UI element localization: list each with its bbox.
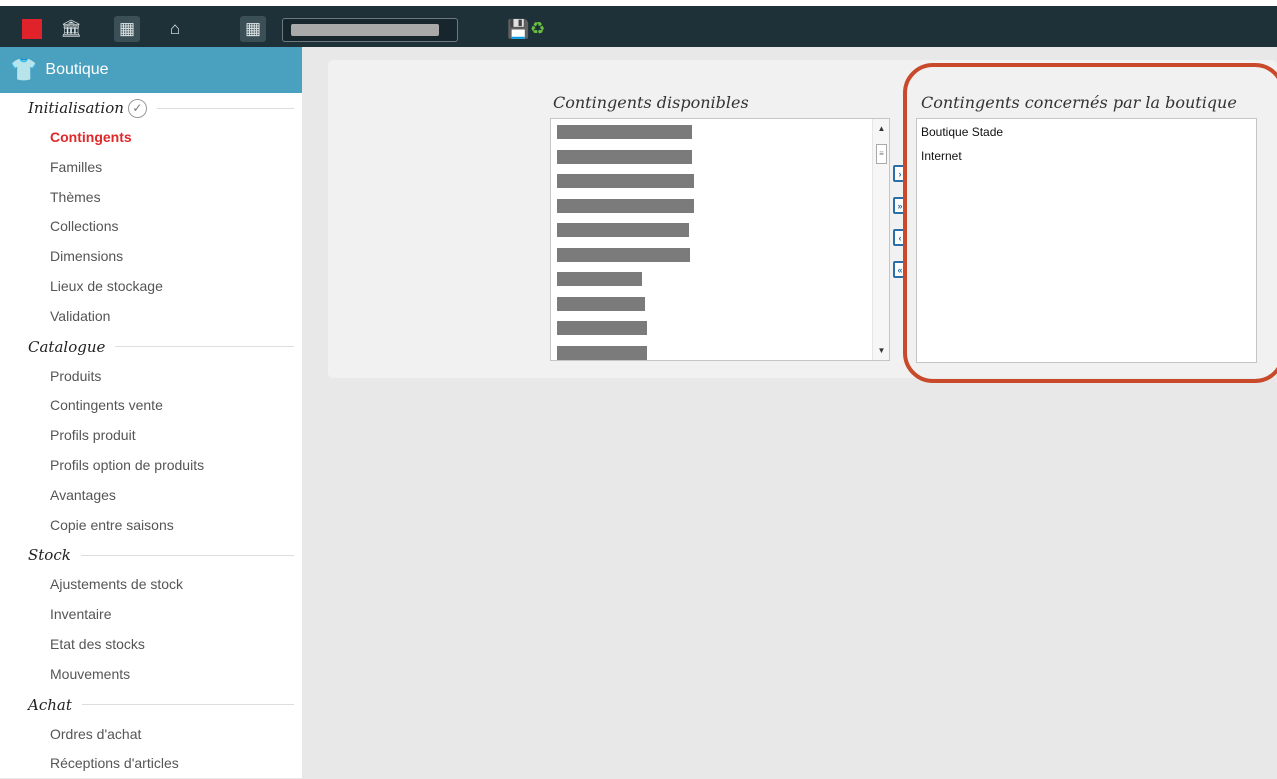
list-item[interactable] [551,293,872,318]
available-listbox[interactable]: ▲ ≡ ▼ [550,118,890,361]
redacted-label [557,198,694,213]
sidebar-item[interactable]: Contingents [0,123,302,153]
sidebar-item[interactable]: Validation [0,302,302,332]
redacted-label [557,125,692,139]
redacted-label [557,149,692,164]
add-all-button[interactable]: » [893,197,907,214]
section-label: Catalogue [28,337,106,356]
sidebar-item[interactable]: Collections [0,212,302,242]
sidebar-item[interactable]: Produits [0,362,302,392]
check-circle-icon: ✓ [127,98,147,118]
top-toolbar: 🏛 ▦ ⌂ ▦ 💾 ♻ [0,0,1277,47]
tshirt-icon: 👕 [10,57,38,82]
list-item[interactable]: Boutique Stade [917,120,1256,144]
list-item[interactable] [551,121,872,146]
section-label: Initialisation [28,99,124,117]
assigned-listbox[interactable]: Boutique Stade Internet [916,118,1257,363]
sidebar-item[interactable]: Familles [0,153,302,183]
sidebar-item[interactable]: Contingents vente [0,391,302,421]
list-item[interactable] [551,244,872,269]
scroll-up-icon[interactable]: ▲ [873,124,890,133]
sidebar-item[interactable]: Dimensions [0,242,302,272]
sidebar-item[interactable]: Mouvements [0,660,302,690]
list-item[interactable] [551,342,872,367]
sidebar-item[interactable]: Profils option de produits [0,451,302,481]
section-label: Achat [28,695,72,714]
listbox-scrollbar[interactable]: ▲ ≡ ▼ [872,119,889,360]
list-item[interactable] [551,170,872,195]
bank-icon[interactable]: 🏛 [58,16,84,42]
context-selector[interactable] [282,18,458,42]
scroll-thumb[interactable]: ≡ [876,144,887,164]
redacted-label [557,296,645,311]
app-logo[interactable] [22,19,42,39]
sidebar-item[interactable]: Avantages [0,481,302,511]
sidebar-item[interactable]: Ajustements de stock [0,570,302,600]
add-one-button[interactable]: › [893,165,907,182]
available-title: Contingents disponibles [553,93,749,112]
save-icon[interactable]: 💾 [507,16,529,42]
sidebar-item[interactable]: Thèmes [0,183,302,213]
divider [80,554,294,556]
redacted-label [557,272,642,286]
sidebar-section-title: Achat [0,690,302,720]
sidebar-item[interactable]: Profils produit [0,421,302,451]
list-item[interactable] [551,146,872,171]
assigned-title: Contingents concernés par la boutique [921,93,1237,112]
list-item[interactable] [551,268,872,293]
sidebar-section-title: Stock [0,540,302,570]
home-icon[interactable]: ⌂ [162,16,188,42]
sidebar-section-title: Catalogue [0,332,302,362]
list-item[interactable] [551,195,872,220]
sidebar-item[interactable]: Réceptions d'articles [0,749,302,779]
list-item[interactable] [551,317,872,342]
sidebar-item[interactable]: Etat des stocks [0,630,302,660]
redacted-label [557,345,647,360]
sidebar-item[interactable]: Ordres d'achat [0,720,302,750]
scroll-down-icon[interactable]: ▼ [873,346,890,355]
divider [115,346,294,348]
building-icon[interactable]: ▦ [240,16,266,42]
sidebar-title: Boutique [45,61,109,78]
redacted-label [557,321,647,335]
list-item[interactable] [551,219,872,244]
divider [81,704,294,706]
redacted-label [557,174,694,188]
sidebar-section-title: Initialisation ✓ [0,93,302,123]
refresh-icon[interactable]: ♻ [530,16,545,42]
section-label: Stock [28,546,71,565]
remove-all-button[interactable]: « [893,261,907,278]
sidebar-item[interactable]: Inventaire [0,600,302,630]
sidebar: 👕 Boutique Initialisation ✓ Contingents Fam… [0,47,302,778]
building-icon[interactable]: ▦ [114,16,140,42]
list-item[interactable]: Internet [917,144,1256,168]
redacted-label [557,223,689,237]
sidebar-header[interactable]: 👕 Boutique [0,47,302,93]
remove-one-button[interactable]: ‹ [893,229,907,246]
sidebar-item[interactable]: Lieux de stockage [0,272,302,302]
divider [156,107,294,109]
sidebar-item[interactable]: Copie entre saisons [0,511,302,541]
redacted-label [557,247,690,262]
